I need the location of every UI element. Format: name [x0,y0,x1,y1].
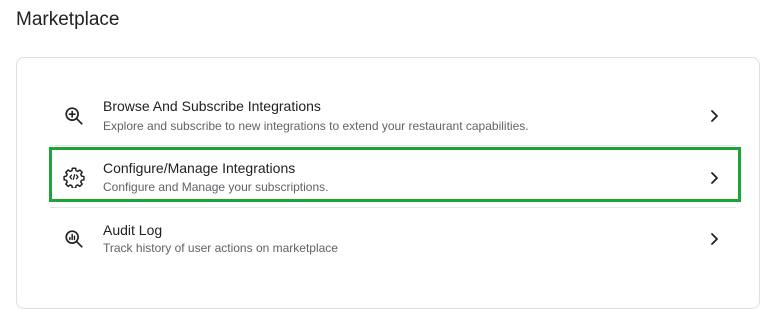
chevron-right-icon[interactable] [706,231,722,247]
chevron-right-icon[interactable] [706,108,722,124]
audit-log-title: Audit Log [103,222,163,238]
row-divider [50,207,736,208]
configure-integrations-description: Configure and Manage your subscriptions. [103,180,329,194]
configure-integrations-title: Configure/Manage Integrations [103,160,296,176]
audit-log-description: Track history of user actions on marketp… [103,241,338,255]
audit-log-row[interactable] [34,210,740,268]
row-divider [50,145,736,146]
page-title: Marketplace [16,9,120,30]
browse-integrations-row[interactable] [34,88,740,146]
browse-integrations-description: Explore and subscribe to new integration… [103,119,529,133]
chevron-right-icon[interactable] [706,170,722,186]
search-analytics-icon [62,227,86,251]
zoom-in-icon [62,104,86,128]
gear-code-icon [62,165,86,189]
browse-integrations-title: Browse And Subscribe Integrations [103,98,321,114]
